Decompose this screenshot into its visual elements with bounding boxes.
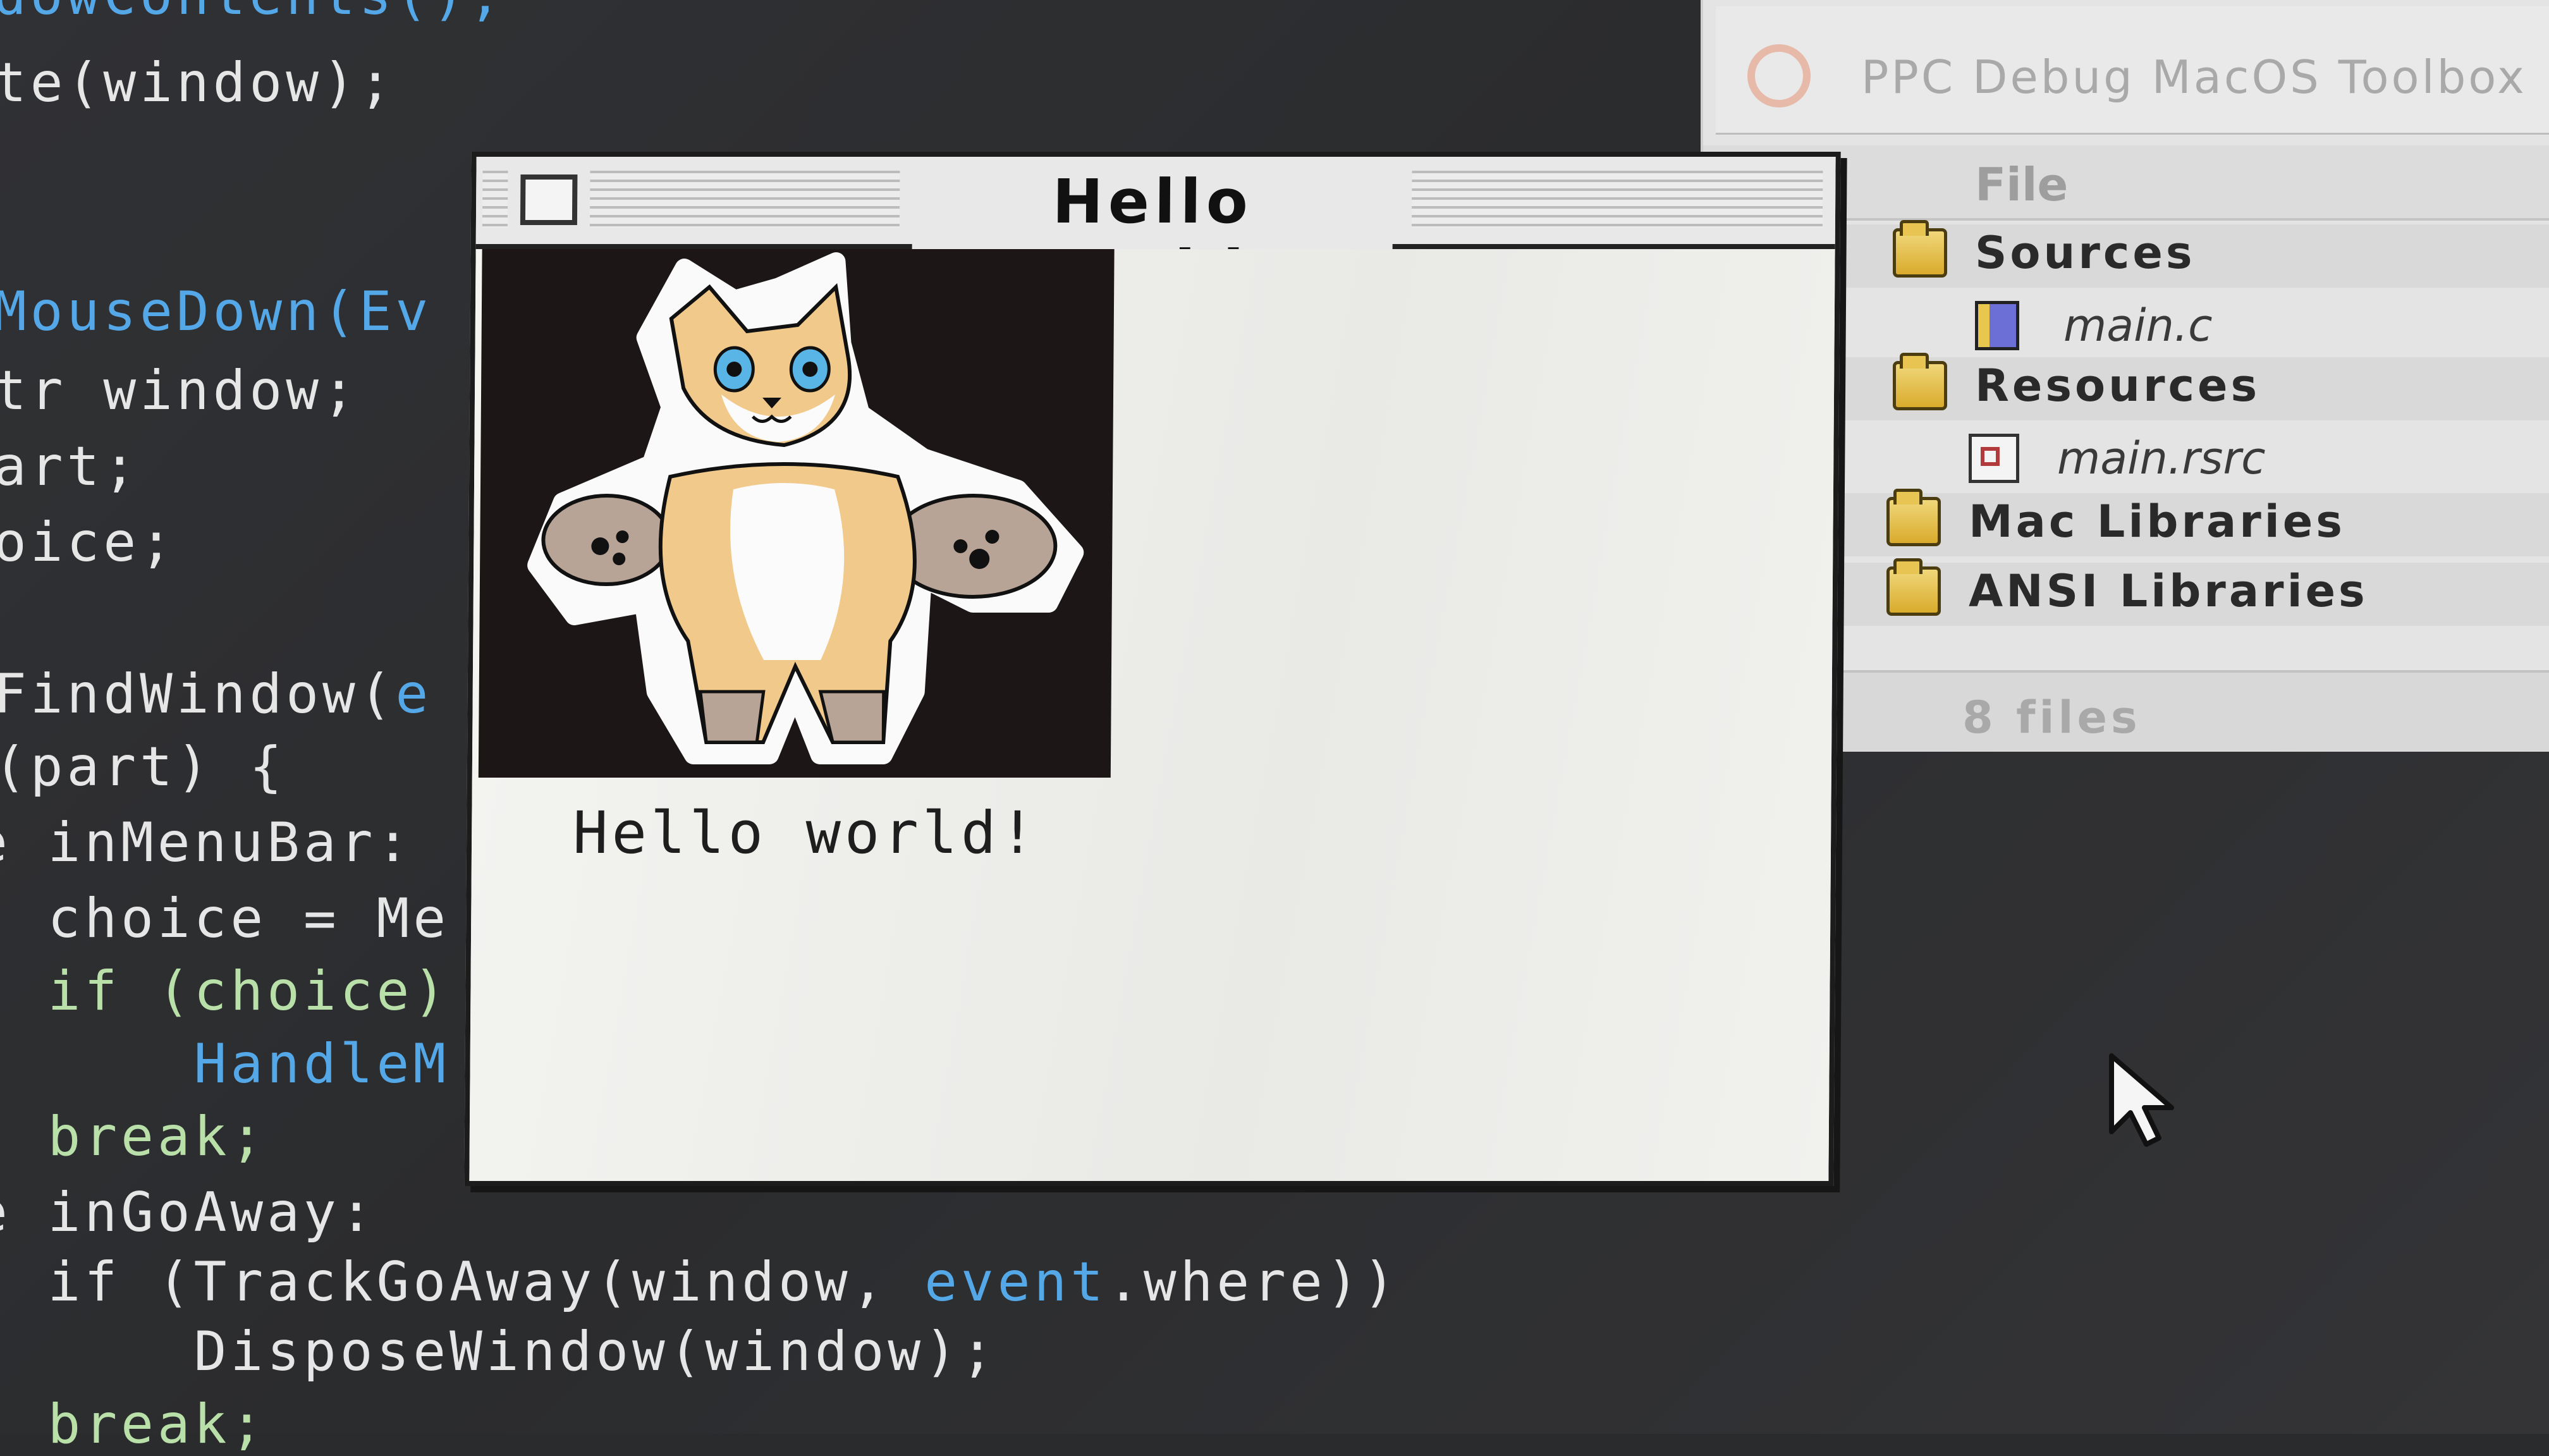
source-file-icon — [1975, 301, 2019, 350]
group-label: Mac Libraries — [1969, 496, 2345, 548]
window-content[interactable]: Hello world! — [469, 249, 1835, 1181]
window-title-bar[interactable]: Hello World! — [475, 157, 1836, 308]
fox-character-picture — [478, 249, 1115, 778]
resource-file-icon — [1969, 434, 2019, 483]
code-line: (part) { — [0, 735, 286, 798]
folder-icon — [1893, 220, 1947, 278]
close-box-button[interactable] — [520, 174, 578, 225]
code-line: break; — [0, 1393, 267, 1456]
group-label: ANSI Libraries — [1969, 565, 2368, 617]
group-label: Sources — [1975, 227, 2196, 279]
code-line: if (choice) — [0, 960, 450, 1023]
fox-character-illustration — [527, 252, 1084, 764]
code-line: oice; — [0, 511, 176, 574]
build-target-name[interactable]: PPC Debug MacOS Toolbox — [1861, 51, 2527, 104]
code-line: HandleM — [0, 1032, 450, 1096]
code-line: if (TrackGoAway(window, event.where)) — [0, 1251, 1400, 1314]
title-bar-stripes — [482, 171, 508, 228]
hello-text: Hello world! — [572, 799, 1039, 867]
file-label: main.c — [2063, 300, 2213, 352]
code-line: te(window); — [0, 51, 396, 114]
title-bar-stripes — [589, 171, 900, 228]
code-line: dowContents(); — [0, 0, 505, 23]
code-line: tr window; — [0, 359, 359, 422]
folder-icon — [1886, 489, 1941, 546]
hello-world-window[interactable]: Hello World! — [464, 152, 1841, 1186]
file-label: main.rsrc — [2057, 432, 2266, 484]
project-title-bar[interactable]: PPC Debug MacOS Toolbox — [1716, 6, 2549, 135]
code-line: MouseDown(Ev — [0, 280, 432, 343]
code-line: e inMenuBar: — [0, 811, 413, 874]
code-line: choice = Me — [0, 887, 450, 950]
folder-icon — [1893, 353, 1947, 410]
code-line: art; — [0, 435, 140, 498]
code-line: DisposeWindow(window); — [0, 1320, 998, 1383]
title-bar-stripes — [1411, 171, 1823, 228]
build-target-icon[interactable] — [1747, 44, 1811, 107]
code-line: e inGoAway: — [0, 1181, 377, 1244]
group-label: Resources — [1975, 360, 2261, 412]
code-line: FindWindow(e — [0, 663, 432, 726]
file-count: 8 files — [1962, 692, 2141, 743]
code-line: break; — [0, 1105, 267, 1168]
mouse-pointer-icon — [2109, 1053, 2174, 1147]
folder-icon — [1886, 558, 1941, 616]
file-column-label: File — [1975, 158, 2069, 211]
